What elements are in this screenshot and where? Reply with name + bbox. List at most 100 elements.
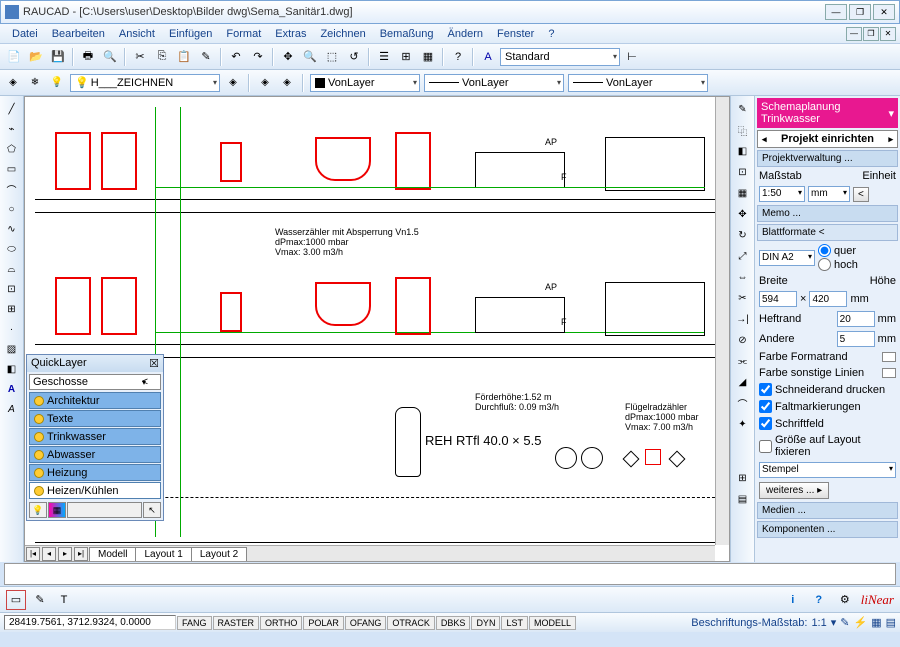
tab-modell[interactable]: Modell (89, 547, 136, 561)
line-icon[interactable]: ╱ (3, 100, 21, 118)
status-ofang[interactable]: OFANG (345, 616, 387, 630)
ann-icon-4[interactable]: ▤ (886, 616, 896, 629)
nav-next-icon[interactable]: ▸ (886, 134, 895, 145)
open-icon[interactable]: 📂 (26, 47, 46, 67)
make-block-icon[interactable]: ⊞ (3, 300, 21, 318)
weiteres-button[interactable]: weiteres ... ▸ (759, 482, 829, 499)
chk-schneiderand[interactable] (759, 383, 772, 396)
nav-prev-icon[interactable]: ◂ (760, 134, 769, 145)
erase-icon[interactable]: ✎ (734, 100, 752, 118)
cut-icon[interactable]: ✂ (130, 47, 150, 67)
lineweight-combo[interactable]: VonLayer (568, 74, 708, 92)
chk-schriftfeld[interactable] (759, 417, 772, 430)
paste-icon[interactable]: 📋 (174, 47, 194, 67)
preview-icon[interactable]: 🔍 (100, 47, 120, 67)
spline-icon[interactable]: ∿ (3, 220, 21, 238)
pan-icon[interactable]: ✥ (278, 47, 298, 67)
mdi-close[interactable]: ✕ (880, 27, 896, 41)
new-icon[interactable]: 📄 (4, 47, 24, 67)
layer-state-icon[interactable]: ❄ (26, 74, 44, 92)
orientation-quer[interactable] (818, 244, 831, 257)
status-ortho[interactable]: ORTHO (260, 616, 302, 630)
fillet-icon[interactable]: ⌒ (734, 394, 752, 412)
heftrand-input[interactable] (837, 311, 875, 327)
ellipse-icon[interactable]: ⬭ (3, 240, 21, 258)
tools-1-icon[interactable]: ⊞ (734, 469, 752, 487)
status-raster[interactable]: RASTER (213, 616, 260, 630)
memo-section[interactable]: Memo ... (757, 205, 898, 222)
quicklayer-item-trinkwasser[interactable]: Trinkwasser (29, 428, 161, 445)
quicklayer-item-heizenkuehlen[interactable]: Heizen/Kühlen (29, 482, 161, 499)
tools-2-icon[interactable]: ▤ (734, 490, 752, 508)
mirror-icon[interactable]: ◧ (734, 142, 752, 160)
farbe-formatrand-swatch[interactable] (882, 352, 896, 362)
break-icon[interactable]: ⊘ (734, 331, 752, 349)
tab-prev[interactable]: ◂ (42, 547, 56, 561)
format-select[interactable]: DIN A2 (759, 250, 815, 266)
unit-small-button[interactable]: < (853, 187, 869, 202)
quicklayer-combo[interactable]: Geschosse< (29, 374, 161, 390)
layout-rect-icon[interactable]: ▭ (6, 590, 26, 610)
menu-help[interactable]: ? (542, 26, 560, 42)
scale-icon[interactable]: ⤢ (734, 247, 752, 265)
zoom-prev-icon[interactable]: ↺ (344, 47, 364, 67)
info-icon[interactable]: i (783, 590, 803, 610)
menu-aendern[interactable]: Ändern (442, 26, 489, 42)
properties-icon[interactable]: ☰ (374, 47, 394, 67)
schema-dropdown[interactable]: Schemaplanung Trinkwasser▾ (757, 98, 898, 128)
arc-icon[interactable]: ⌒ (3, 180, 21, 198)
explode-icon[interactable]: ✦ (734, 415, 752, 433)
hoehe-input[interactable] (809, 291, 847, 307)
andere-input[interactable] (837, 331, 875, 347)
ql-pick-icon[interactable]: ↖ (143, 502, 161, 518)
mdi-restore[interactable]: ❐ (863, 27, 879, 41)
rotate-icon[interactable]: ↻ (734, 226, 752, 244)
chk-layout-fixieren[interactable] (759, 440, 772, 453)
menu-fenster[interactable]: Fenster (491, 26, 540, 42)
quicklayer-item-abwasser[interactable]: Abwasser (29, 446, 161, 463)
style-combo[interactable]: Standard (500, 48, 620, 66)
color-combo[interactable]: VonLayer (310, 74, 420, 92)
array-icon[interactable]: ▦ (734, 184, 752, 202)
command-line[interactable] (4, 563, 896, 585)
layout-t-icon[interactable]: T (54, 590, 74, 610)
vertical-scrollbar[interactable] (715, 97, 729, 545)
copy-obj-icon[interactable]: ⿻ (734, 121, 752, 139)
offset-icon[interactable]: ⊡ (734, 163, 752, 181)
hatch-icon[interactable]: ▨ (3, 340, 21, 358)
menu-bearbeiten[interactable]: Bearbeiten (46, 26, 111, 42)
layer-bulb-icon[interactable]: 💡 (48, 74, 66, 92)
tool-palette-icon[interactable]: ▦ (418, 47, 438, 67)
linetype-combo[interactable]: VonLayer (424, 74, 564, 92)
match-icon[interactable]: ✎ (196, 47, 216, 67)
quicklayer-item-heizung[interactable]: Heizung (29, 464, 161, 481)
breite-input[interactable] (759, 291, 797, 307)
tab-last[interactable]: ▸| (74, 547, 88, 561)
annotation-scale[interactable]: 1:1 (811, 617, 826, 629)
massstab-select[interactable]: 1:50 (759, 186, 805, 202)
layer-prev-icon[interactable]: ◈ (224, 74, 242, 92)
projektverwaltung-section[interactable]: Projektverwaltung ... (757, 150, 898, 167)
quicklayer-close-icon[interactable]: ☒ (149, 357, 159, 370)
status-lst[interactable]: LST (501, 616, 528, 630)
zoom-icon[interactable]: 🔍 (300, 47, 320, 67)
menu-format[interactable]: Format (220, 26, 267, 42)
status-dbks[interactable]: DBKS (436, 616, 471, 630)
save-icon[interactable]: 💾 (48, 47, 68, 67)
farbe-sonstige-swatch[interactable] (882, 368, 896, 378)
mdi-minimize[interactable]: — (846, 27, 862, 41)
status-fang[interactable]: FANG (177, 616, 212, 630)
minimize-button[interactable]: — (825, 4, 847, 20)
quicklayer-item-texte[interactable]: Texte (29, 410, 161, 427)
status-polar[interactable]: POLAR (303, 616, 344, 630)
ann-icon-2[interactable]: ⚡ (853, 616, 867, 629)
text-style-icon[interactable]: A (478, 47, 498, 67)
mtext-icon[interactable]: A (3, 400, 21, 418)
quicklayer-item-architektur[interactable]: Architektur (29, 392, 161, 409)
ql-colors-icon[interactable]: ▦ (48, 502, 66, 518)
stretch-icon[interactable]: ⇔ (734, 268, 752, 286)
layers-2-icon[interactable]: ◈ (278, 74, 296, 92)
layers-manage-icon[interactable]: ◈ (256, 74, 274, 92)
layer-combo[interactable]: 💡H___ZEICHNEN (70, 74, 220, 92)
settings-icon[interactable]: ⚙ (835, 590, 855, 610)
